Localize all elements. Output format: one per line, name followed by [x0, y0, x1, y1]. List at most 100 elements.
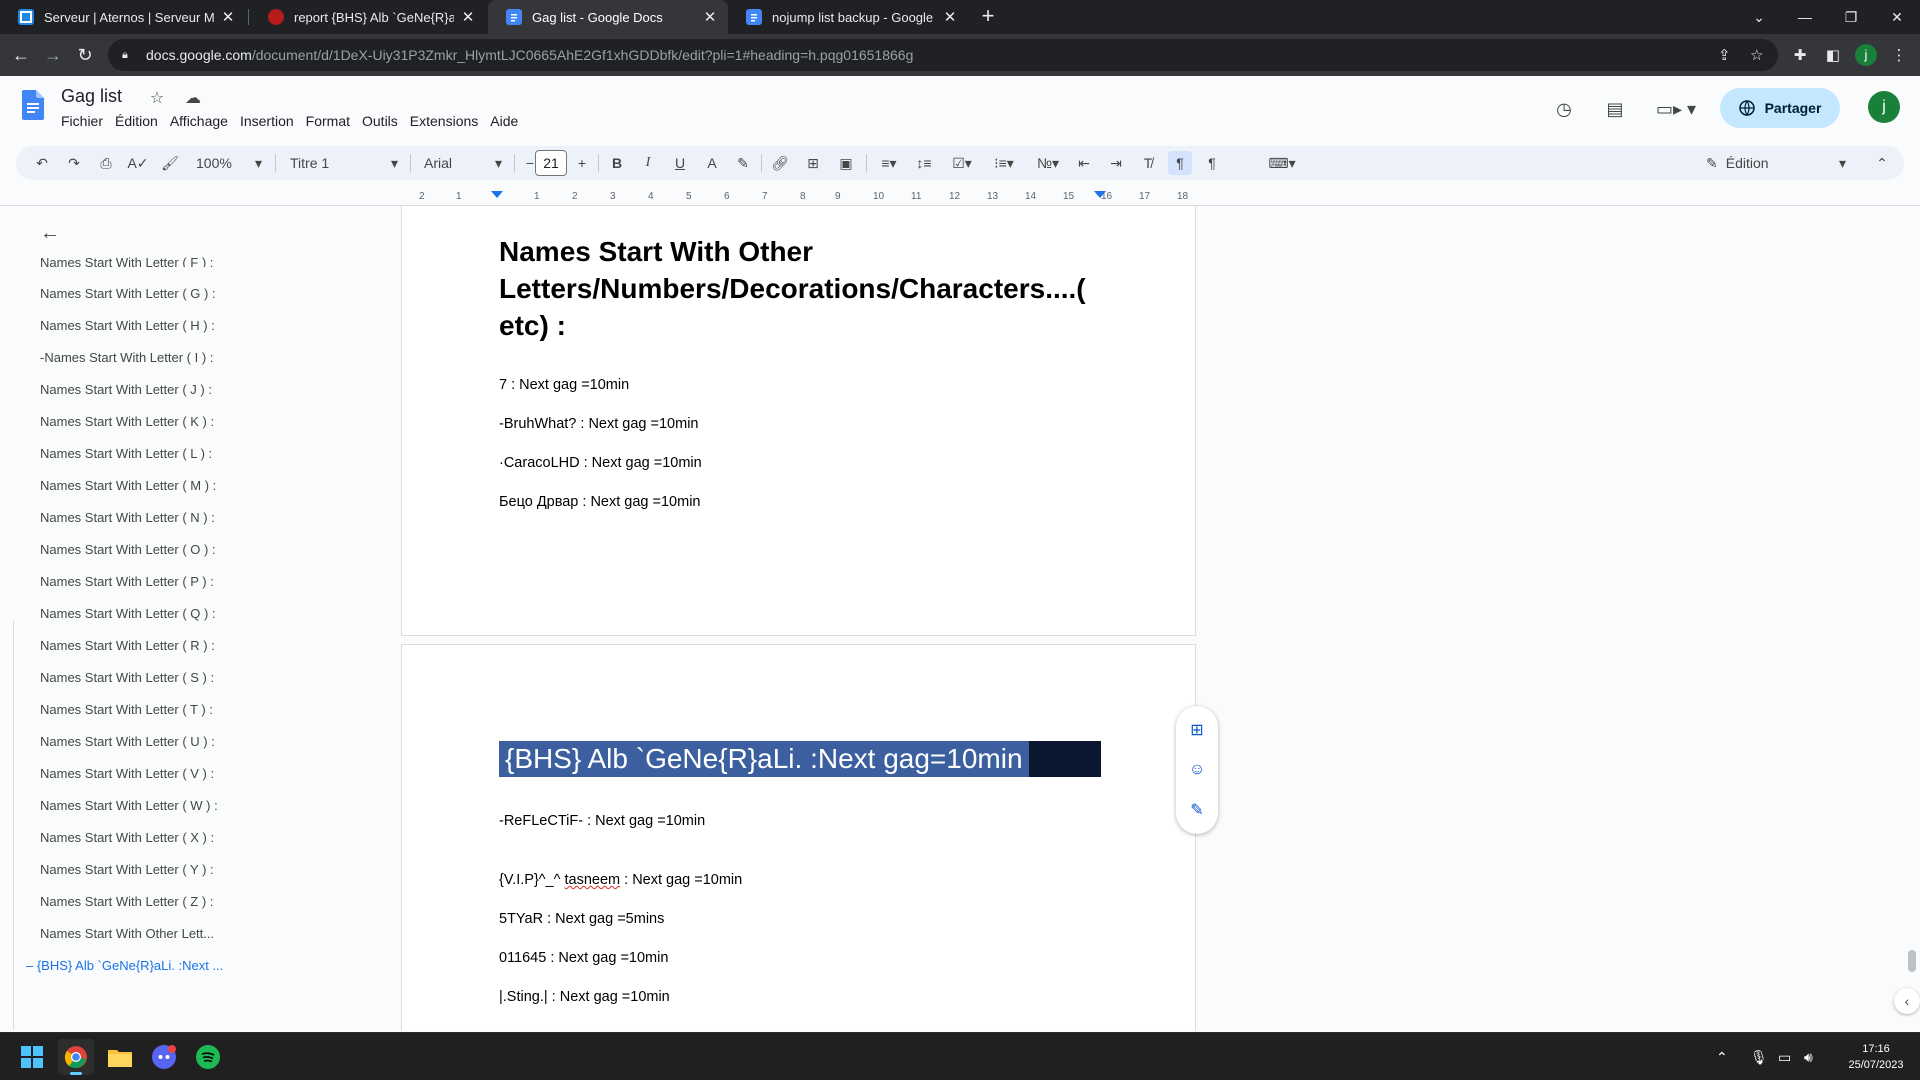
- gag-entry[interactable]: -ReFLeCTiF- : Next gag =10min: [499, 813, 705, 829]
- minimize-icon[interactable]: —: [1782, 0, 1828, 34]
- add-emoji-reaction-icon[interactable]: ☺: [1185, 758, 1209, 782]
- back-arrow-icon[interactable]: ←: [8, 42, 34, 68]
- account-avatar[interactable]: j: [1868, 91, 1900, 123]
- side-panel-icon[interactable]: ◧: [1820, 42, 1846, 68]
- outline-item[interactable]: Names Start With Letter ( T ) :: [40, 702, 260, 717]
- document-page[interactable]: Names Start With Other Letters/Numbers/D…: [401, 206, 1196, 636]
- version-history-icon[interactable]: ◷: [1549, 94, 1579, 124]
- outline-item[interactable]: Names Start With Letter ( G ) :: [40, 286, 260, 301]
- outline-item[interactable]: Names Start With Letter ( F ) :: [40, 255, 260, 267]
- browser-tab-aternos[interactable]: Serveur | Aternos | Serveur Minec ✕: [0, 0, 246, 34]
- redo-icon[interactable]: ↷: [62, 151, 86, 175]
- comments-icon[interactable]: ▤: [1600, 94, 1630, 124]
- outline-item[interactable]: Names Start With Letter ( M ) :: [40, 478, 260, 493]
- close-tab-icon[interactable]: ✕: [702, 8, 718, 26]
- clear-formatting-icon[interactable]: T̸: [1136, 151, 1160, 175]
- insert-image-icon[interactable]: ▣: [834, 151, 858, 175]
- bulleted-list-icon[interactable]: ⁝≡▾: [986, 151, 1022, 175]
- menu-outils[interactable]: Outils: [356, 113, 404, 129]
- close-tab-icon[interactable]: ✕: [942, 8, 958, 26]
- share-button[interactable]: Partager: [1720, 88, 1840, 128]
- browser-tab-nojump[interactable]: nojump list backup - Google Doc ✕: [728, 0, 968, 34]
- right-indent-marker[interactable]: [1094, 191, 1106, 198]
- chrome-taskbar-icon[interactable]: [58, 1039, 94, 1075]
- network-icon[interactable]: ▭: [1778, 1033, 1791, 1080]
- rtl-text-icon[interactable]: ¶: [1200, 151, 1224, 175]
- microphone-icon[interactable]: 🎙︎: [1750, 1033, 1768, 1080]
- checklist-icon[interactable]: ☑▾: [944, 151, 980, 175]
- windows-start-icon[interactable]: [14, 1039, 50, 1075]
- outline-item[interactable]: Names Start With Letter ( Q ) :: [40, 606, 260, 621]
- spotify-icon[interactable]: [190, 1039, 226, 1075]
- heading-other-characters[interactable]: Names Start With Other Letters/Numbers/D…: [499, 233, 1099, 344]
- editing-mode-select[interactable]: ✎ Édition ▾: [1706, 151, 1846, 175]
- italic-icon[interactable]: I: [637, 151, 659, 175]
- decrease-indent-icon[interactable]: ⇤: [1072, 151, 1096, 175]
- align-icon[interactable]: ≡▾: [872, 151, 906, 175]
- outline-item[interactable]: Names Start With Letter ( N ) :: [40, 510, 260, 525]
- menu-aide[interactable]: Aide: [484, 113, 524, 129]
- paint-format-icon[interactable]: 🖌︎: [158, 151, 182, 175]
- menu-format[interactable]: Format: [300, 113, 356, 129]
- outline-item[interactable]: Names Start With Letter ( V ) :: [40, 766, 260, 781]
- underline-icon[interactable]: U: [669, 151, 691, 175]
- forward-arrow-icon[interactable]: →: [40, 42, 66, 68]
- menu-affichage[interactable]: Affichage: [164, 113, 234, 129]
- show-hidden-icons-chevron-icon[interactable]: ⌃: [1716, 1033, 1728, 1080]
- outline-item[interactable]: -Names Start With Letter ( I ) :: [40, 350, 260, 365]
- cloud-saved-icon[interactable]: ☁: [183, 88, 203, 108]
- browser-tab-report[interactable]: report {BHS} Alb `GeNe{R}aLi. - Pl ✕: [250, 0, 486, 34]
- spellcheck-icon[interactable]: A✓: [126, 151, 150, 175]
- outline-item[interactable]: Names Start With Letter ( L ) :: [40, 446, 260, 461]
- ltr-text-icon[interactable]: ¶: [1168, 151, 1192, 175]
- horizontal-ruler[interactable]: 2 1 1 2 3 4 5 6 7 8 9 10 11 12 13 14 15 …: [400, 189, 1197, 206]
- menu-insertion[interactable]: Insertion: [234, 113, 300, 129]
- document-canvas[interactable]: Names Start With Other Letters/Numbers/D…: [0, 206, 1920, 1031]
- outline-item[interactable]: Names Start With Letter ( O ) :: [40, 542, 260, 557]
- close-tab-icon[interactable]: ✕: [220, 8, 236, 26]
- discord-icon[interactable]: [146, 1039, 182, 1075]
- font-select[interactable]: Arial ▾: [418, 151, 508, 175]
- suggest-edits-icon[interactable]: ✎: [1185, 798, 1209, 822]
- line-spacing-icon[interactable]: ↕≡: [912, 151, 936, 175]
- outline-item[interactable]: Names Start With Other Lett...: [40, 926, 260, 941]
- gag-entry[interactable]: ·CaracoLHD : Next gag =10min: [499, 455, 702, 471]
- file-explorer-icon[interactable]: [102, 1039, 138, 1075]
- insert-link-icon[interactable]: 🔗︎: [768, 151, 792, 175]
- zoom-select[interactable]: 100% ▾: [190, 151, 268, 175]
- gag-entry[interactable]: Бецо Дрвар : Next gag =10min: [499, 494, 700, 510]
- show-side-panel-chevron-icon[interactable]: ‹: [1894, 988, 1920, 1014]
- outline-item[interactable]: Names Start With Letter ( K ) :: [40, 414, 260, 429]
- document-title[interactable]: Gag list: [61, 86, 122, 107]
- system-clock[interactable]: 17:16 25/07/2023: [1836, 1041, 1916, 1073]
- print-icon[interactable]: ⎙: [94, 151, 118, 175]
- outline-item[interactable]: Names Start With Letter ( X ) :: [40, 830, 260, 845]
- bookmark-star-icon[interactable]: ☆: [1750, 39, 1763, 71]
- gag-entry[interactable]: -BruhWhat? : Next gag =10min: [499, 416, 698, 432]
- increase-font-size-icon[interactable]: +: [572, 151, 592, 175]
- meet-camera-icon[interactable]: ▭▸ ▾: [1654, 94, 1698, 124]
- chrome-menu-icon[interactable]: ⋮: [1886, 42, 1912, 68]
- share-page-icon[interactable]: ⇪: [1718, 39, 1731, 71]
- gag-entry[interactable]: {V.I.P}^_^ tasneem : Next gag =10min: [499, 872, 742, 888]
- extensions-puzzle-icon[interactable]: ✚: [1787, 42, 1813, 68]
- outline-item[interactable]: Names Start With Letter ( P ) :: [40, 574, 260, 589]
- increase-indent-icon[interactable]: ⇥: [1104, 151, 1128, 175]
- outline-item-current[interactable]: – {BHS} Alb `GeNe{R}aLi. :Next ...: [26, 958, 246, 973]
- gag-entry[interactable]: 5TYaR : Next gag =5mins: [499, 911, 664, 927]
- menu-extensions[interactable]: Extensions: [404, 113, 484, 129]
- document-page[interactable]: {BHS} Alb `GeNe{R}aLi. :Next gag=10min -…: [401, 644, 1196, 1031]
- close-tab-icon[interactable]: ✕: [460, 8, 476, 26]
- menu-fichier[interactable]: Fichier: [55, 113, 109, 129]
- close-window-icon[interactable]: ✕: [1874, 0, 1920, 34]
- chrome-profile-avatar[interactable]: j: [1855, 44, 1877, 66]
- outline-item[interactable]: Names Start With Letter ( U ) :: [40, 734, 260, 749]
- vertical-ruler[interactable]: [0, 620, 14, 1030]
- vertical-scrollbar-thumb[interactable]: [1908, 950, 1916, 972]
- close-outline-arrow-icon[interactable]: ←: [40, 222, 60, 245]
- star-icon[interactable]: ☆: [147, 88, 167, 108]
- reload-icon[interactable]: ↻: [72, 42, 98, 68]
- text-color-icon[interactable]: A: [701, 151, 723, 175]
- left-indent-marker[interactable]: [491, 191, 503, 198]
- volume-icon[interactable]: 🔊︎: [1804, 1033, 1813, 1080]
